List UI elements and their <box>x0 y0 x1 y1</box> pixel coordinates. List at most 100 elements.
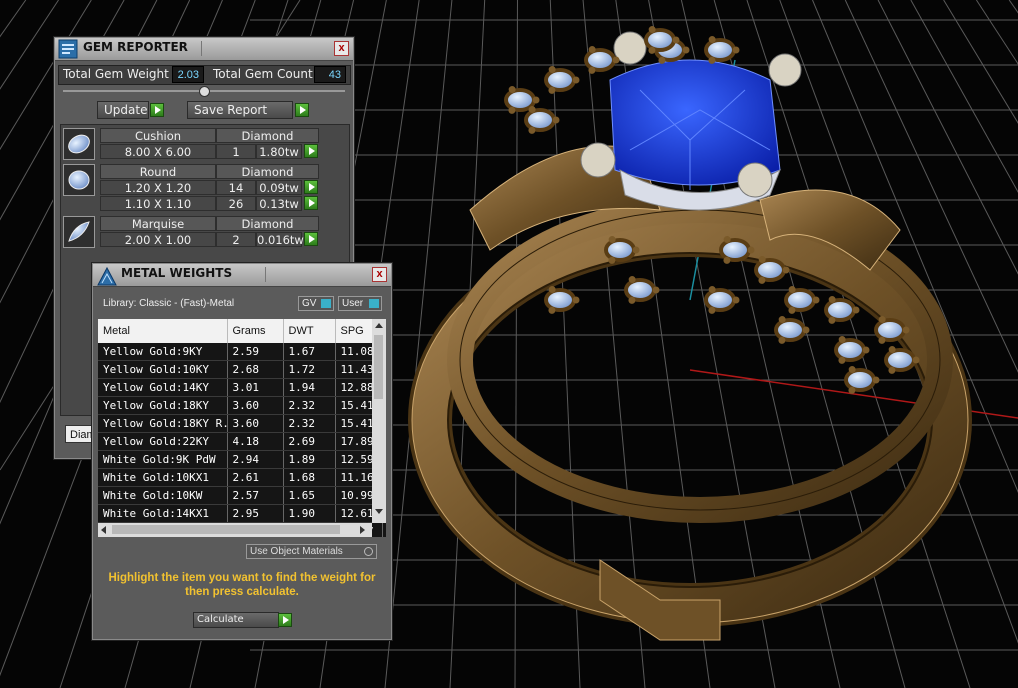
close-icon[interactable]: x <box>334 41 349 56</box>
metal-weights-app-icon <box>96 265 117 286</box>
metal-name-cell: White Gold:10KX1 <box>98 468 228 487</box>
metal-name-cell: Yellow Gold:14KY <box>98 378 228 397</box>
table-row[interactable]: Yellow Gold:9KY 2.59 1.67 11.08 <box>98 343 383 361</box>
table-row[interactable]: White Gold:9K PdW 2.94 1.89 12.59 <box>98 450 383 469</box>
scroll-h-thumb[interactable] <box>112 525 340 534</box>
gem-group-marquise[interactable]: Marquise Diamond 2.00 X 1.00 2 0.016tw <box>63 216 347 250</box>
dwt-cell: 1.65 <box>283 486 336 505</box>
column-header-metal[interactable]: Metal <box>98 319 228 343</box>
scroll-right-icon[interactable] <box>360 526 365 534</box>
update-go-icon[interactable] <box>150 103 164 117</box>
gem-type-label: Diamond <box>216 128 319 143</box>
dwt-cell: 2.32 <box>283 414 336 433</box>
gem-size: 8.00 X 6.00 <box>100 144 216 159</box>
gem-count: 2 <box>216 232 256 247</box>
scroll-up-icon[interactable] <box>375 323 383 328</box>
user-toggle[interactable]: User <box>338 296 382 311</box>
metal-table-container[interactable]: Metal Grams DWT SPG Yellow Gold:9KY 2.59 1… <box>98 319 386 537</box>
gv-label: GV <box>302 298 317 309</box>
gem-weight: 0.09tw <box>256 180 302 195</box>
gem-row-go-icon[interactable] <box>304 196 318 210</box>
metal-table: Metal Grams DWT SPG Yellow Gold:9KY 2.59 1… <box>98 319 383 537</box>
gem-reporter-titlebar[interactable]: GEM REPORTER x <box>55 38 353 61</box>
gem-row-go-icon[interactable] <box>304 232 318 246</box>
dwt-cell: 1.94 <box>283 378 336 397</box>
radio-icon <box>364 547 373 556</box>
gem-group-cushion[interactable]: Cushion Diamond 8.00 X 6.00 1 1.80tw <box>63 128 347 162</box>
dwt-cell: 1.90 <box>283 504 336 523</box>
save-report-button[interactable]: Save Report <box>187 101 293 119</box>
gem-count: 14 <box>216 180 256 195</box>
gem-count: 26 <box>216 196 256 211</box>
vertical-scrollbar[interactable] <box>372 319 386 523</box>
use-object-materials-toggle[interactable]: Use Object Materials <box>246 544 377 559</box>
save-report-go-icon[interactable] <box>295 103 309 117</box>
metal-name-cell: Yellow Gold:18KY R... <box>98 414 228 433</box>
table-row[interactable]: White Gold:14KX1 2.95 1.90 12.61 <box>98 504 383 523</box>
grams-cell: 3.60 <box>227 396 284 415</box>
table-row[interactable]: Yellow Gold:18KY R...3.602.3215.41 <box>98 414 383 433</box>
metal-name-cell: Yellow Gold:22KY <box>98 432 228 451</box>
grams-cell: 2.95 <box>227 504 284 523</box>
gv-toggle[interactable]: GV <box>298 296 334 311</box>
total-gem-count-label: Total Gem Count <box>213 67 313 81</box>
gem-shape-label: Marquise <box>100 216 216 231</box>
dwt-cell: 1.68 <box>283 468 336 487</box>
table-row[interactable]: White Gold:10KW 2.57 1.65 10.99 <box>98 486 383 505</box>
metal-name-cell: Yellow Gold:18KY <box>98 396 228 415</box>
table-row[interactable]: White Gold:10KX1 2.61 1.68 11.16 <box>98 468 383 487</box>
total-gem-weight-label: Total Gem Weight <box>63 67 169 81</box>
grams-cell: 2.57 <box>227 486 284 505</box>
total-gem-count-value: 43 <box>314 66 346 83</box>
scroll-down-icon[interactable] <box>375 509 383 514</box>
grams-cell: 4.18 <box>227 432 284 451</box>
close-icon[interactable]: x <box>372 267 387 282</box>
metal-name-cell: White Gold:10KW <box>98 486 228 505</box>
grams-cell: 2.68 <box>227 360 284 379</box>
dwt-cell: 1.89 <box>283 450 336 469</box>
gem-size: 1.20 X 1.20 <box>100 180 216 195</box>
scroll-thumb[interactable] <box>374 335 383 399</box>
metal-name-cell: Yellow Gold:10KY <box>98 360 228 379</box>
table-row[interactable]: Yellow Gold:22KY 4.18 2.69 17.89 <box>98 432 383 451</box>
gem-row-go-icon[interactable] <box>304 144 318 158</box>
weight-slider-handle[interactable] <box>199 86 210 97</box>
gem-group-round[interactable]: Round Diamond 1.20 X 1.20 14 0.09tw 1.10… <box>63 164 347 214</box>
table-row[interactable]: Yellow Gold:14KY 3.01 1.94 12.88 <box>98 378 383 397</box>
update-button[interactable]: Update <box>97 101 149 119</box>
gem-weight: 0.13tw <box>256 196 302 211</box>
gem-type-label: Diamond <box>216 164 319 179</box>
table-row[interactable]: Yellow Gold:10KY 2.68 1.72 11.43 <box>98 360 383 379</box>
round-gem-icon <box>63 164 95 196</box>
total-gem-weight-value: 2.03 <box>172 66 204 83</box>
dwt-cell: 2.69 <box>283 432 336 451</box>
grams-cell: 2.61 <box>227 468 284 487</box>
gem-size: 1.10 X 1.10 <box>100 196 216 211</box>
marquise-gem-icon <box>63 216 95 248</box>
calculate-button[interactable]: Calculate <box>193 612 279 628</box>
metal-name-cell: Yellow Gold:9KY <box>98 343 228 361</box>
library-label: Library: Classic - (Fast)-Metal <box>103 298 235 309</box>
metal-name-cell: White Gold:9K PdW <box>98 450 228 469</box>
metal-weights-panel: METAL WEIGHTS x Library: Classic - (Fast… <box>92 263 392 640</box>
gem-size: 2.00 X 1.00 <box>100 232 216 247</box>
grams-cell: 2.94 <box>227 450 284 469</box>
user-label: User <box>342 298 364 309</box>
gem-shape-label: Round <box>100 164 216 179</box>
metal-name-cell: White Gold:14KX1 <box>98 504 228 523</box>
horizontal-scrollbar[interactable] <box>98 523 372 537</box>
metal-weights-titlebar[interactable]: METAL WEIGHTS x <box>93 264 391 287</box>
scroll-left-icon[interactable] <box>101 526 106 534</box>
gem-shape-label: Cushion <box>100 128 216 143</box>
gem-count: 1 <box>216 144 256 159</box>
column-header-dwt[interactable]: DWT <box>283 319 336 343</box>
calculate-go-icon[interactable] <box>278 613 292 627</box>
gem-weight: 0.016tw <box>256 232 304 247</box>
grams-cell: 3.01 <box>227 378 284 397</box>
dwt-cell: 1.67 <box>283 343 336 361</box>
grams-cell: 3.60 <box>227 414 284 433</box>
table-row[interactable]: Yellow Gold:18KY 3.60 2.32 15.41 <box>98 396 383 415</box>
gem-row-go-icon[interactable] <box>304 180 318 194</box>
use-object-materials-label: Use Object Materials <box>250 546 343 557</box>
column-header-grams[interactable]: Grams <box>227 319 284 343</box>
